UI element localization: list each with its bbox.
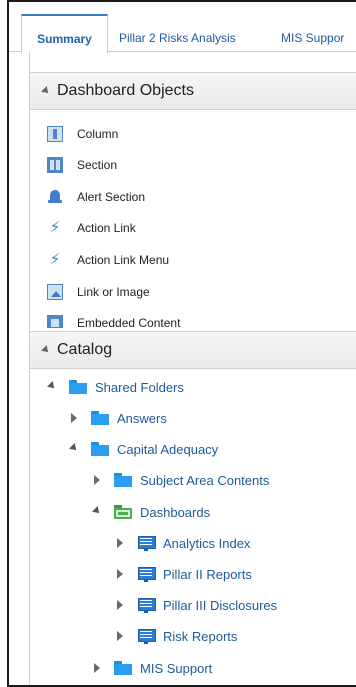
object-alert-section[interactable]: Alert Section — [29, 187, 145, 207]
object-action-link-menu[interactable]: ⚡ Action Link Menu — [29, 250, 169, 270]
tab-summary[interactable]: Summary — [21, 14, 108, 53]
dashboard-icon — [137, 535, 156, 551]
folder-icon — [114, 661, 132, 675]
expand-triangle-icon[interactable] — [115, 631, 125, 641]
tab-mis-support[interactable]: MIS Suppor — [281, 16, 344, 52]
folder-icon — [91, 411, 109, 425]
collapse-triangle-icon[interactable] — [41, 345, 51, 355]
tree-node-dashboards[interactable]: Dashboards — [92, 502, 210, 522]
expand-triangle-icon[interactable] — [92, 663, 102, 673]
object-link-or-image[interactable]: Link or Image — [29, 282, 150, 302]
tree-node-risk-reports[interactable]: Risk Reports — [115, 626, 237, 646]
tree-node-label: Pillar III Disclosures — [163, 597, 278, 613]
collapse-triangle-icon[interactable] — [41, 86, 51, 96]
tree-node-pillar-iii-disclosures[interactable]: Pillar III Disclosures — [115, 595, 277, 615]
dashboard-icon — [137, 628, 156, 644]
dashboard-objects-title: Dashboard Objects — [57, 82, 194, 99]
section-icon — [47, 157, 63, 173]
expand-triangle-icon[interactable] — [69, 444, 79, 454]
dashboard-objects-list: Column Section Alert Section ⚡ Action Li… — [29, 110, 356, 328]
dashboard-icon — [137, 566, 156, 582]
catalog-tree: Shared Folders Answers Capital Adequacy … — [29, 369, 356, 685]
tree-node-analytics-index[interactable]: Analytics Index — [115, 533, 250, 553]
tree-node-label: Pillar II Reports — [163, 566, 252, 582]
object-action-link[interactable]: ⚡ Action Link — [29, 218, 136, 238]
object-label: Section — [77, 158, 118, 172]
dashboard-folder-icon — [114, 505, 132, 519]
dashboard-objects-header[interactable]: Dashboard Objects — [29, 72, 356, 110]
object-column[interactable]: Column — [29, 124, 118, 144]
object-embedded-content[interactable]: Embedded Content — [29, 313, 180, 328]
tree-node-label: MIS Support — [140, 660, 213, 676]
expand-triangle-icon[interactable] — [47, 382, 57, 392]
object-label: Action Link Menu — [77, 253, 170, 267]
folder-icon — [69, 380, 87, 394]
dashboard-icon — [137, 597, 156, 613]
tab-pillar-2-risks-analysis[interactable]: Pillar 2 Risks Analysis — [119, 16, 236, 52]
tree-node-pillar-ii-reports[interactable]: Pillar II Reports — [115, 564, 252, 584]
tree-node-label: Risk Reports — [163, 628, 238, 644]
tree-node-capital-adequacy[interactable]: Capital Adequacy — [69, 439, 218, 459]
dashboard-builder-panel: Summary Pillar 2 Risks Analysis MIS Supp… — [7, 0, 356, 687]
tree-node-subject-area-contents[interactable]: Subject Area Contents — [92, 470, 269, 490]
expand-triangle-icon[interactable] — [92, 475, 102, 485]
link-image-icon — [47, 284, 63, 300]
tree-node-label: Shared Folders — [95, 379, 184, 395]
expand-triangle-icon[interactable] — [92, 507, 102, 517]
tree-node-shared-folders[interactable]: Shared Folders — [47, 377, 184, 397]
expand-triangle-icon[interactable] — [115, 538, 125, 548]
object-label: Action Link — [77, 221, 136, 235]
catalog-title: Catalog — [57, 341, 113, 358]
tree-node-mis-support[interactable]: MIS Support — [92, 658, 212, 678]
object-label: Link or Image — [77, 285, 150, 299]
object-section[interactable]: Section — [29, 155, 117, 175]
object-label: Alert Section — [77, 190, 146, 204]
tree-node-label: Analytics Index — [163, 535, 251, 551]
expand-triangle-icon[interactable] — [115, 600, 125, 610]
embedded-content-icon — [47, 315, 63, 328]
tree-node-label: Capital Adequacy — [117, 441, 219, 457]
tree-node-label: Answers — [117, 410, 167, 426]
alert-bell-icon — [47, 189, 63, 205]
object-label: Embedded Content — [77, 316, 181, 328]
tree-node-answers[interactable]: Answers — [69, 408, 167, 428]
expand-triangle-icon[interactable] — [115, 569, 125, 579]
action-link-icon: ⚡ — [49, 219, 61, 236]
tab-bar: Summary Pillar 2 Risks Analysis MIS Supp… — [9, 2, 356, 53]
catalog-header[interactable]: Catalog — [29, 331, 356, 369]
object-label: Column — [77, 127, 119, 141]
tree-node-label: Dashboards — [140, 504, 211, 520]
folder-icon — [114, 473, 132, 487]
expand-triangle-icon[interactable] — [69, 413, 79, 423]
column-icon — [47, 126, 63, 142]
folder-icon — [91, 442, 109, 456]
action-link-menu-icon: ⚡ — [49, 251, 61, 268]
tree-node-label: Subject Area Contents — [140, 472, 270, 488]
